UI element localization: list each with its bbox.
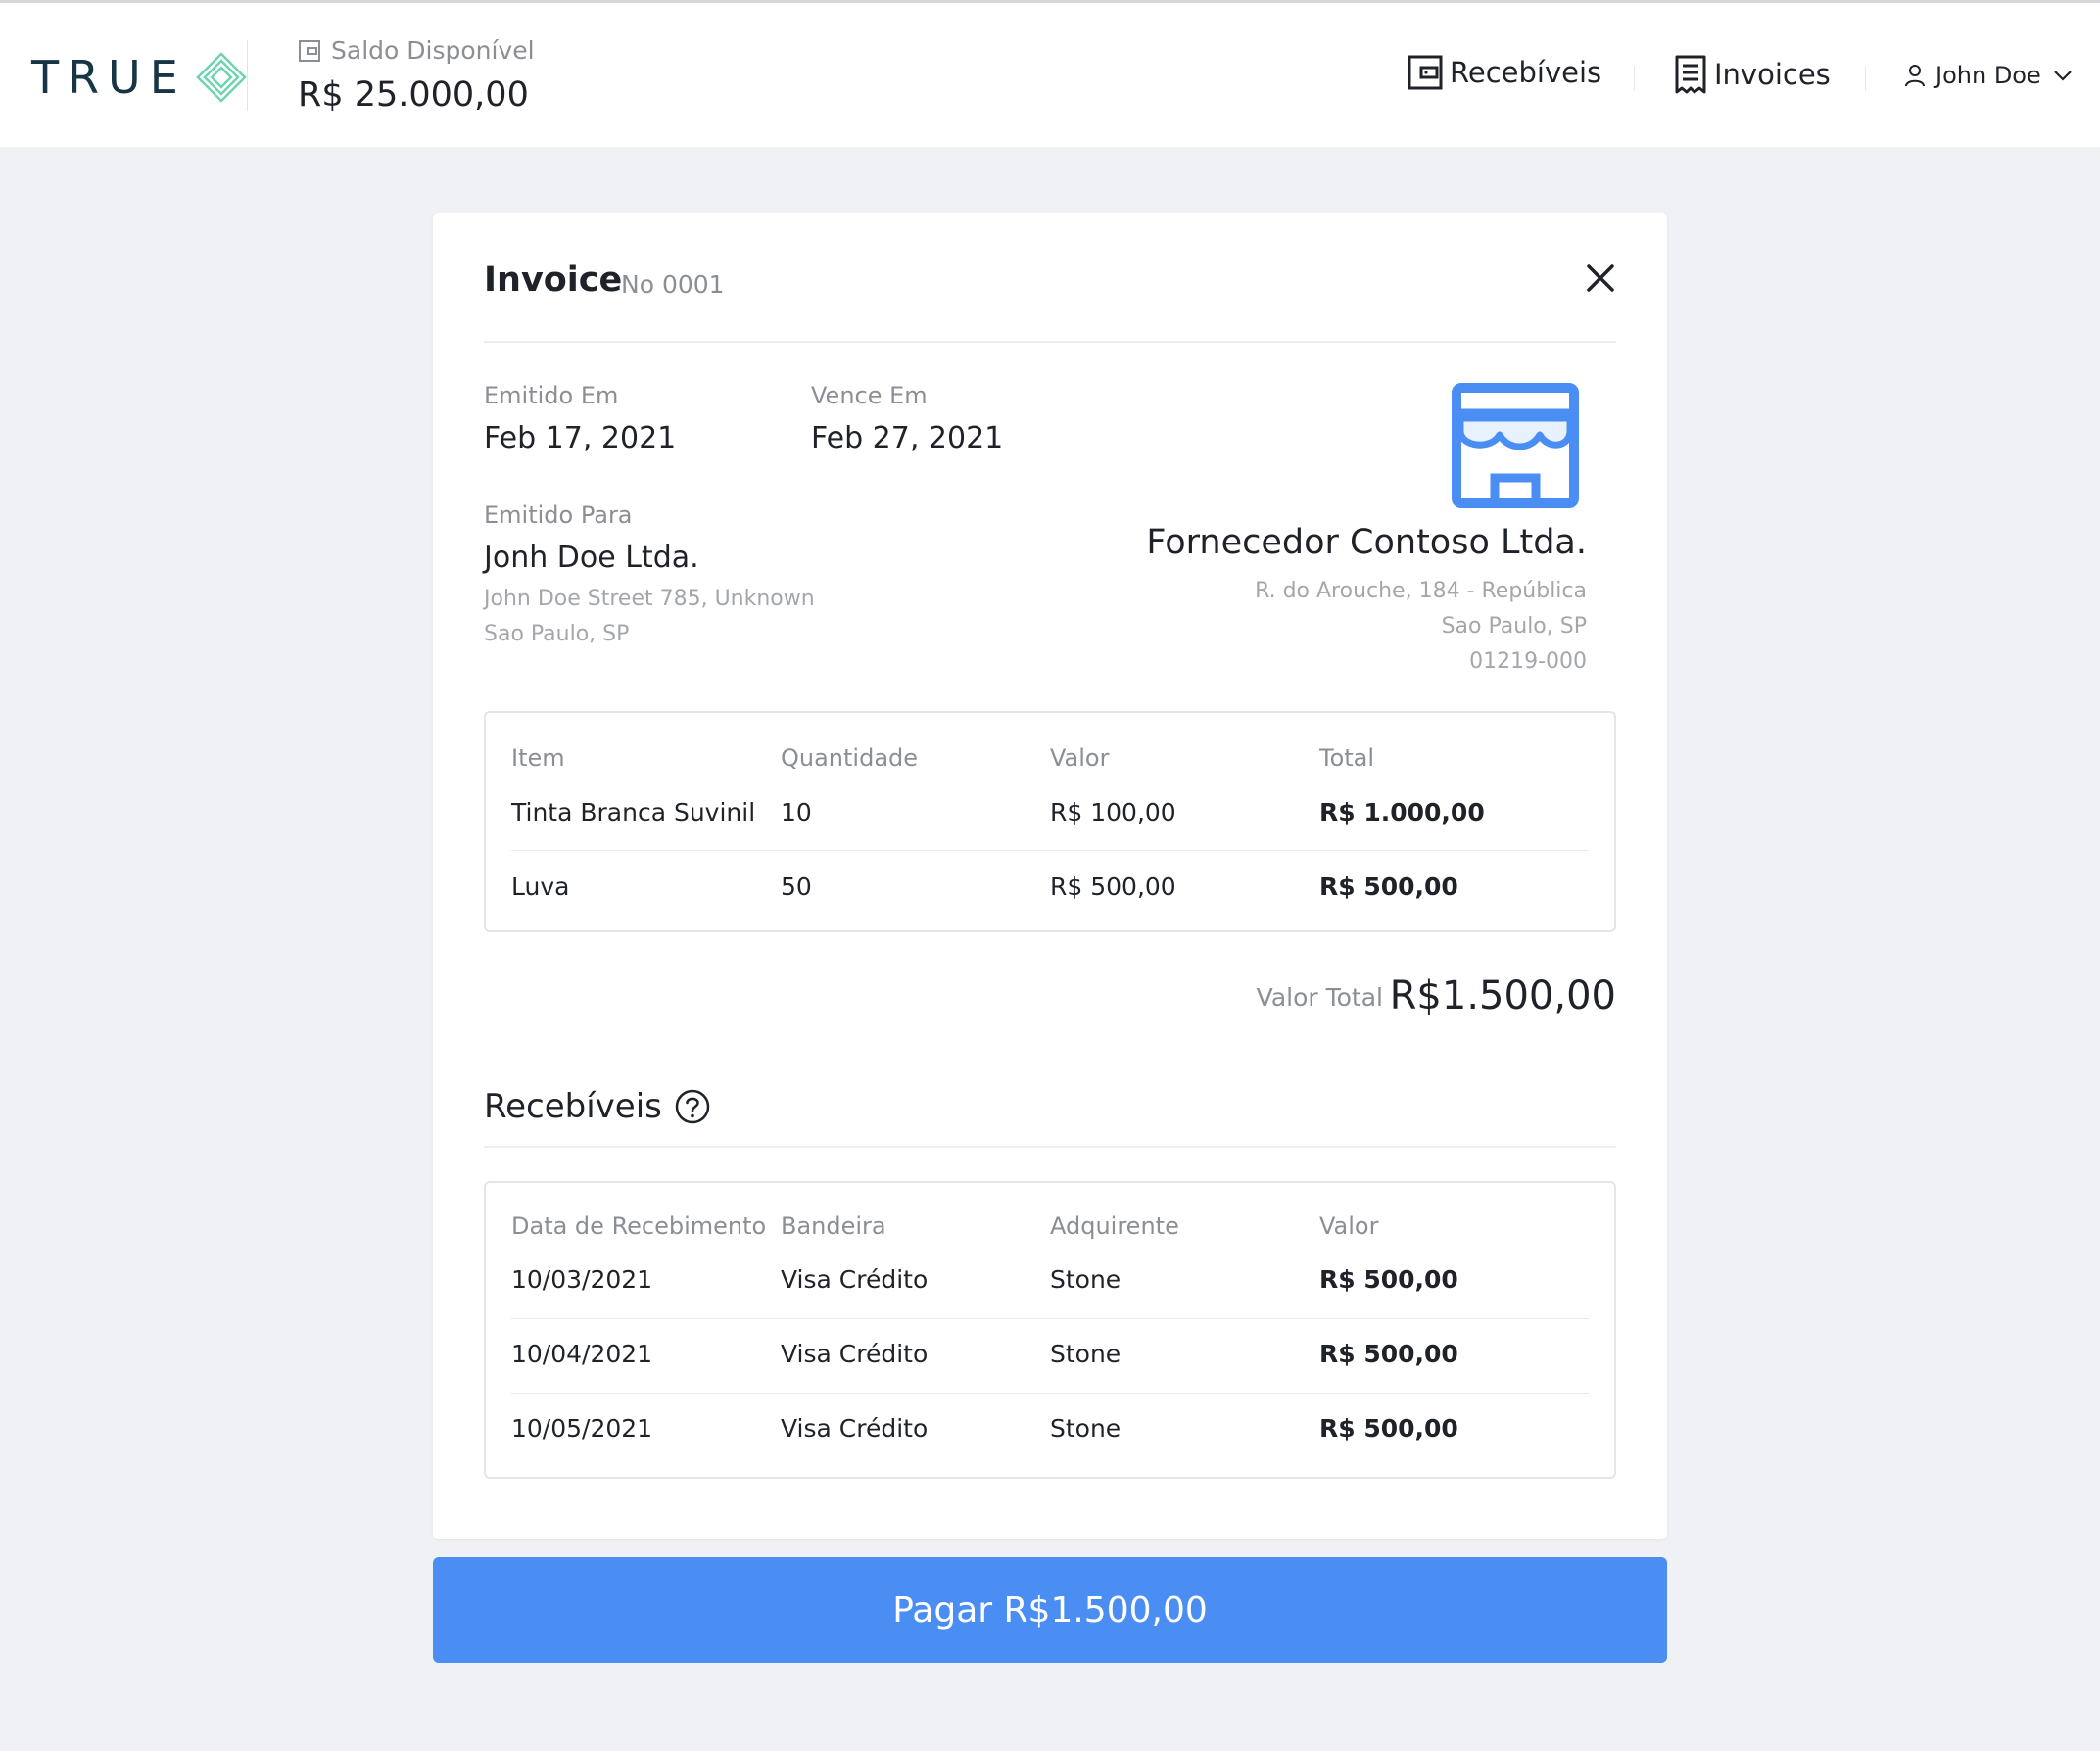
issued-label: Emitido Em xyxy=(484,382,619,409)
logo-text: TRUE xyxy=(31,51,187,104)
balance-label: Saldo Disponível xyxy=(298,36,535,65)
row-divider xyxy=(511,850,1589,851)
wallet-icon xyxy=(1408,55,1443,90)
table-cell: R$ 500,00 xyxy=(1050,873,1176,901)
column-header: Bandeira xyxy=(781,1212,886,1240)
invoice-card: Invoice No 0001 Emitido Em Feb 17, 2021 … xyxy=(433,213,1667,1539)
nav-recebiveis-label: Recebíveis xyxy=(1450,56,1602,89)
user-icon xyxy=(1905,65,1925,87)
supplier-name: Fornecedor Contoso Ltda. xyxy=(1146,523,1587,562)
table-cell: R$ 500,00 xyxy=(1319,1265,1458,1294)
nav-separator xyxy=(1634,66,1635,91)
close-icon[interactable] xyxy=(1581,259,1620,298)
wallet-icon xyxy=(299,39,320,62)
column-header: Data de Recebimento xyxy=(511,1212,767,1240)
table-cell: Stone xyxy=(1050,1340,1122,1368)
items-table: Item Quantidade Valor Total Tinta Branca… xyxy=(484,711,1616,932)
top-bar: TRUE Saldo Disponível R$ 25.000,00 Receb… xyxy=(0,0,2100,147)
column-header: Total xyxy=(1319,744,1375,772)
logo-diamond-icon xyxy=(195,52,247,103)
table-cell: Visa Crédito xyxy=(781,1414,929,1443)
table-cell: Stone xyxy=(1050,1414,1122,1443)
billed-to-address-line: John Doe Street 785, Unknown xyxy=(484,587,815,611)
title-divider xyxy=(484,341,1616,343)
table-cell: R$ 1.000,00 xyxy=(1319,798,1485,827)
nav-invoices-label: Invoices xyxy=(1714,58,1831,91)
billed-to-address-line: Sao Paulo, SP xyxy=(484,622,630,646)
table-cell: 10 xyxy=(781,798,812,827)
table-cell: R$ 500,00 xyxy=(1319,873,1458,901)
table-cell: R$ 500,00 xyxy=(1319,1414,1458,1443)
column-header: Item xyxy=(511,744,565,772)
user-name: John Doe xyxy=(1935,62,2041,89)
user-menu[interactable]: John Doe xyxy=(1904,62,2073,89)
column-header: Valor xyxy=(1319,1212,1379,1240)
receivables-divider xyxy=(484,1146,1616,1148)
receivables-title: Recebíveis xyxy=(484,1087,662,1126)
nav-recebiveis[interactable]: Recebíveis xyxy=(1407,54,1601,91)
column-header: Quantidade xyxy=(781,744,919,772)
invoice-number: No 0001 xyxy=(621,270,725,299)
supplier-address-line: R. do Arouche, 184 - República xyxy=(1255,579,1587,603)
issued-date: Feb 17, 2021 xyxy=(484,421,677,455)
help-icon[interactable] xyxy=(674,1088,711,1125)
balance-value: R$ 25.000,00 xyxy=(298,75,529,115)
table-cell: 50 xyxy=(781,873,812,901)
billed-to-label: Emitido Para xyxy=(484,501,633,529)
table-cell: Tinta Branca Suvinil xyxy=(511,798,756,827)
store-icon xyxy=(1452,383,1579,508)
receivables-table: Data de Recebimento Bandeira Adquirente … xyxy=(484,1181,1616,1479)
balance-label-text: Saldo Disponível xyxy=(331,36,535,65)
document-icon xyxy=(1675,55,1706,94)
logo[interactable]: TRUE xyxy=(31,46,250,109)
invoice-title: Invoice xyxy=(484,260,623,300)
column-header: Adquirente xyxy=(1050,1212,1179,1240)
header-divider xyxy=(247,40,248,111)
due-label: Vence Em xyxy=(811,382,928,409)
table-cell: Stone xyxy=(1050,1265,1122,1294)
table-cell: 10/03/2021 xyxy=(511,1265,653,1294)
receivables-heading: Recebíveis xyxy=(484,1087,711,1126)
due-date: Feb 27, 2021 xyxy=(811,421,1004,455)
table-cell: Visa Crédito xyxy=(781,1340,929,1368)
supplier-address-line: 01219-000 xyxy=(1469,649,1587,674)
row-divider xyxy=(511,1318,1589,1319)
total-label: Valor Total xyxy=(1256,983,1383,1012)
total-value: R$1.500,00 xyxy=(1389,973,1616,1018)
supplier-address-line: Sao Paulo, SP xyxy=(1441,614,1587,639)
table-cell: R$ 500,00 xyxy=(1319,1340,1458,1368)
billed-to-name: Jonh Doe Ltda. xyxy=(484,541,699,575)
table-cell: R$ 100,00 xyxy=(1050,798,1176,827)
table-cell: 10/04/2021 xyxy=(511,1340,653,1368)
chevron-down-icon xyxy=(2053,71,2072,81)
nav-separator xyxy=(1865,66,1866,91)
table-cell: Visa Crédito xyxy=(781,1265,929,1294)
row-divider xyxy=(511,1393,1589,1394)
column-header: Valor xyxy=(1050,744,1110,772)
nav-invoices[interactable]: Invoices xyxy=(1673,54,1831,95)
pay-button[interactable]: Pagar R$1.500,00 xyxy=(433,1557,1667,1663)
table-cell: 10/05/2021 xyxy=(511,1414,653,1443)
table-cell: Luva xyxy=(511,873,570,901)
